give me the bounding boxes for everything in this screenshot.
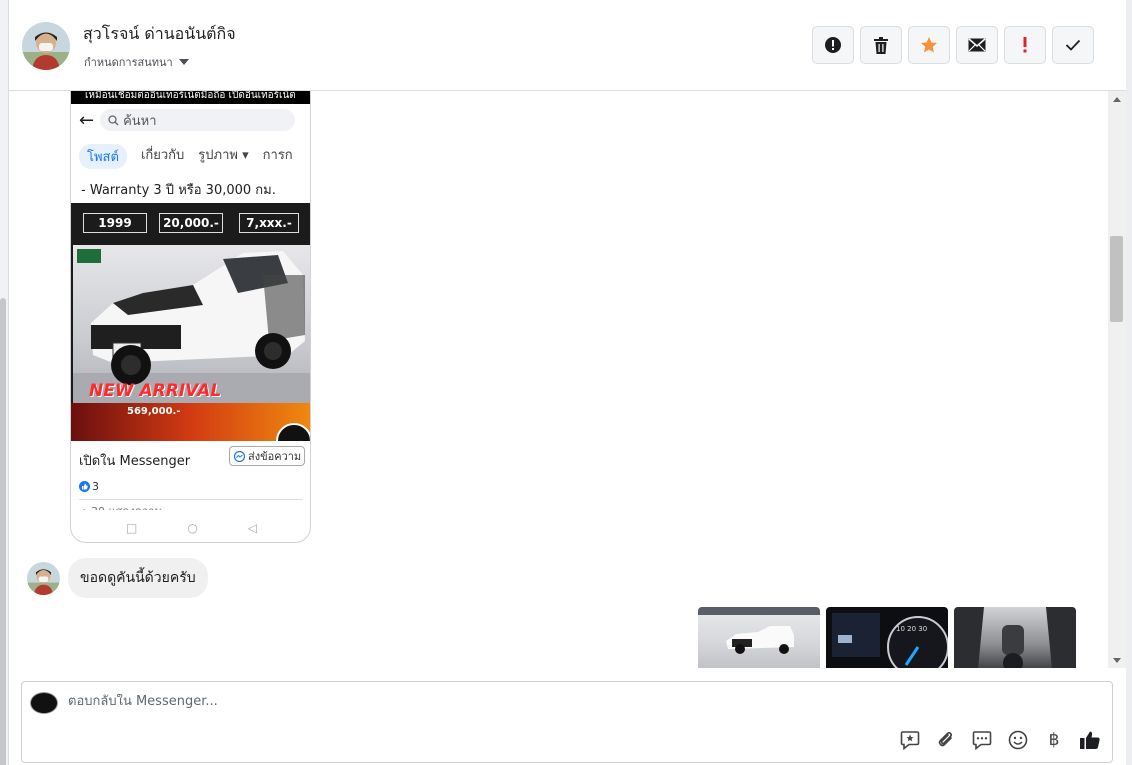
emoji-button[interactable] xyxy=(1006,728,1030,752)
truck-photo-thumbnail[interactable] xyxy=(698,607,820,668)
payment-icon[interactable]: ฿ xyxy=(1042,728,1066,752)
exclamation-circle-icon xyxy=(825,37,841,53)
thread-scrollbar-thumb[interactable] xyxy=(1110,236,1123,322)
screenshot-search-box: ค้นหา xyxy=(100,109,296,131)
delete-action-button[interactable] xyxy=(860,26,902,64)
outgoing-image-group: 10 20 30 xyxy=(698,607,1076,668)
screenshot-search-row: ← ค้นหา xyxy=(71,106,310,134)
recent-apps-icon: □ xyxy=(125,521,138,535)
caret-down-icon xyxy=(178,59,189,65)
ad-price-box: 1999 xyxy=(83,213,147,233)
attachment-icon xyxy=(938,731,953,747)
saved-reply-icon xyxy=(900,731,920,750)
header-action-bar xyxy=(812,26,1094,64)
send-like-button[interactable] xyxy=(1078,728,1102,752)
page-avatar xyxy=(30,692,58,714)
contact-name[interactable]: สุวโรจน์ ด่านอนันต์กิจ xyxy=(83,22,236,47)
report-action-button[interactable] xyxy=(812,26,854,64)
conversation-schedule-label: กำหนดการสนทนา xyxy=(84,56,173,69)
incoming-message: ขอดดูคันนี้ด้วยครับ xyxy=(27,558,208,598)
left-scrollbar[interactable] xyxy=(0,0,9,765)
attachment-button[interactable] xyxy=(934,728,958,752)
contact-avatar-small[interactable] xyxy=(27,561,60,595)
ad-price-box: 7,xxx.- xyxy=(239,213,299,233)
done-action-button[interactable] xyxy=(1052,26,1094,64)
ad-sale-price: 569,000.- xyxy=(127,406,181,417)
screenshot-tab-posts: โพสต์ xyxy=(79,144,127,169)
left-scrollbar-thumb[interactable] xyxy=(0,298,6,765)
screenshot-tabs: โพสต์ เกี่ยวกับ รูปภาพ ▾ การก xyxy=(79,144,293,169)
message-bubble[interactable]: ขอดดูคันนี้ด้วยครับ xyxy=(68,558,208,598)
screenshot-send-message-button: ส่งข้อความ xyxy=(229,446,305,466)
thread-scrollbar[interactable] xyxy=(1108,91,1126,668)
gearshift-photo-thumbnail[interactable] xyxy=(954,607,1076,668)
quick-replies-icon xyxy=(972,731,992,750)
screenshot-search-placeholder: ค้นหา xyxy=(123,113,157,129)
car-advertisement: 1999 20,000.- 7,xxx.- NEW ARRIVAL 569,00… xyxy=(71,203,310,441)
envelope-icon xyxy=(968,38,986,52)
ad-headline: NEW ARRIVAL xyxy=(89,381,222,401)
screenshot-tab-more: การก xyxy=(262,148,293,163)
like-reaction-icon xyxy=(79,481,90,492)
screenshot-tab-about: เกี่ยวกับ xyxy=(140,148,185,163)
screenshot-banner: เหมือนเชื่อมต่ออินเทอร์เน็ตมือถือ เปิดอิ… xyxy=(71,91,310,104)
mark-unread-action-button[interactable] xyxy=(956,26,998,64)
contact-avatar[interactable] xyxy=(22,22,70,70)
conversation-header: สุวโรจน์ ด่านอนันต์กิจ กำหนดการสนทนา xyxy=(9,0,1126,91)
thumbs-up-icon xyxy=(1080,731,1100,749)
message-thread[interactable]: เหมือนเชื่อมต่ออินเทอร์เน็ตมือถือ เปิดอิ… xyxy=(9,91,1108,668)
screenshot-divider xyxy=(79,499,303,500)
image-icon xyxy=(698,607,820,654)
home-icon: ○ xyxy=(187,521,198,535)
screenshot-post-text: - Warranty 3 ปี หรือ 30,000 กม. xyxy=(81,183,276,198)
search-icon xyxy=(108,114,119,125)
screenshot-cut-text: • 30 แสดงความ xyxy=(81,502,162,510)
shared-screenshot-image[interactable]: เหมือนเชื่อมต่ออินเทอร์เน็ตมือถือ เปิดอิ… xyxy=(70,91,311,543)
reply-composer: ฿ xyxy=(21,681,1113,763)
scroll-up-arrow-icon[interactable] xyxy=(1113,97,1121,102)
conversation-schedule-dropdown[interactable]: กำหนดการสนทนา xyxy=(84,53,189,71)
saved-reply-button[interactable] xyxy=(898,728,922,752)
checkmark-icon xyxy=(1065,39,1081,51)
android-navbar: □ ○ ◁ xyxy=(71,518,310,538)
dashboard-photo-thumbnail[interactable]: 10 20 30 xyxy=(826,607,948,668)
emoji-icon xyxy=(1008,730,1028,750)
important-action-button[interactable] xyxy=(1004,26,1046,64)
messenger-icon xyxy=(234,450,245,462)
star-action-button[interactable] xyxy=(908,26,950,64)
back-arrow-icon: ← xyxy=(79,109,95,131)
open-in-messenger-label: เปิดใน Messenger xyxy=(79,454,191,469)
screenshot-like-count: 3 xyxy=(79,480,99,493)
composer-toolbar: ฿ xyxy=(898,728,1102,752)
screenshot-tab-photos: รูปภาพ ▾ xyxy=(198,148,249,163)
right-edge xyxy=(1126,0,1132,765)
trash-icon xyxy=(874,36,888,54)
exclamation-icon xyxy=(1023,37,1027,53)
quick-replies-button[interactable] xyxy=(970,728,994,752)
ad-promo-strip xyxy=(71,403,310,441)
scroll-down-arrow-icon[interactable] xyxy=(1113,658,1121,663)
messenger-conversation-window: สุวโรจน์ ด่านอนันต์กิจ กำหนดการสนทนา เหม… xyxy=(0,0,1132,765)
back-icon: ◁ xyxy=(247,521,258,535)
svg-text:10 20 30: 10 20 30 xyxy=(896,625,927,633)
image-icon xyxy=(954,607,1076,668)
image-icon: 10 20 30 xyxy=(832,613,948,668)
ad-price-box: 20,000.- xyxy=(159,213,223,233)
reply-input[interactable] xyxy=(68,694,968,709)
star-icon xyxy=(921,37,937,53)
pickup-truck-photo xyxy=(73,245,310,403)
